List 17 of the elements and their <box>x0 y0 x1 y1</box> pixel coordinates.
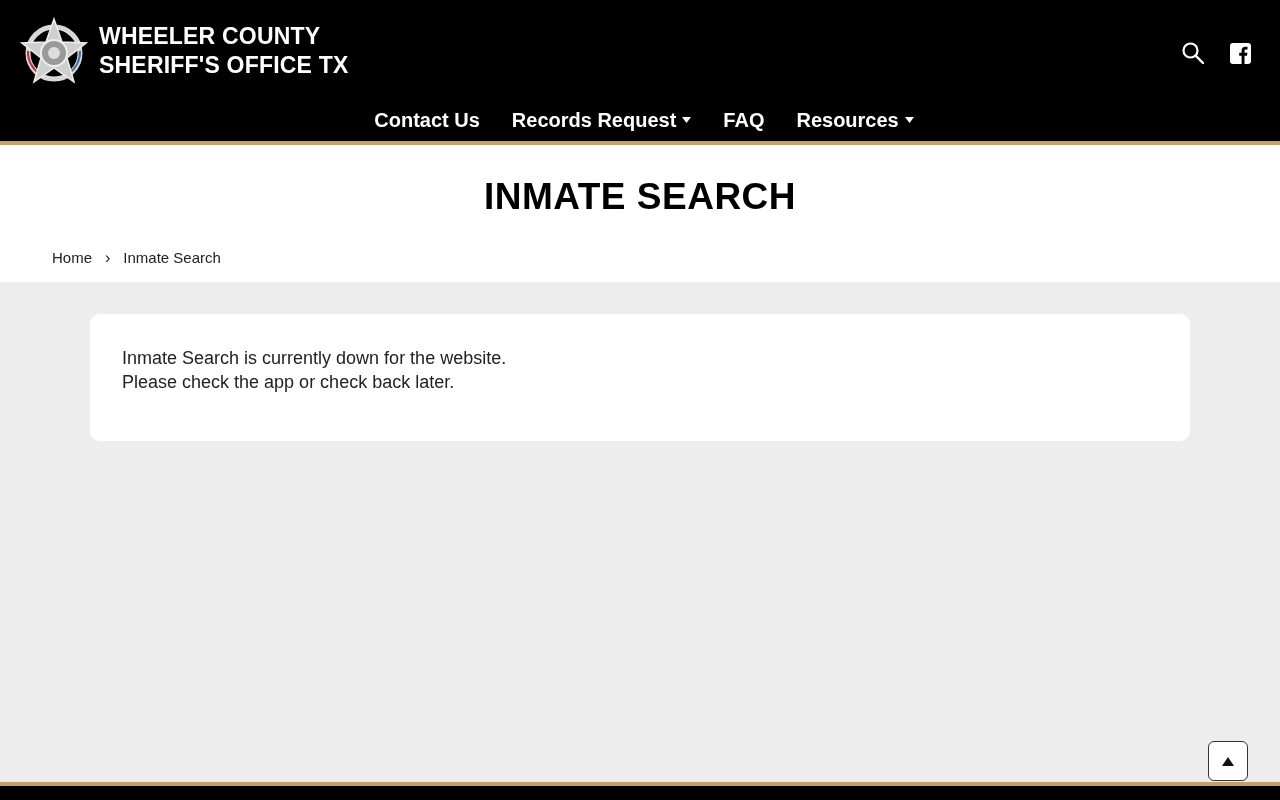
back-to-top-button[interactable] <box>1208 741 1248 781</box>
nav-link[interactable]: Records Request <box>511 107 692 133</box>
nav-link[interactable]: FAQ <box>723 107 765 133</box>
site-title-line[interactable]: WHEELER COUNTY <box>99 22 349 51</box>
up-triangle-icon <box>1222 756 1234 766</box>
site-title-line[interactable]: SHERIFF'S OFFICE TX <box>99 51 349 80</box>
nav-link[interactable]: Resources <box>796 107 914 133</box>
facebook-icon[interactable] <box>1230 42 1251 64</box>
breadcrumb-separator: › <box>105 248 111 268</box>
search-icon[interactable] <box>1182 42 1204 64</box>
nav-link[interactable]: Contact Us <box>374 107 480 133</box>
notice-text: Inmate Search is currently down for the website. <box>122 347 508 370</box>
breadcrumb-current: Inmate Search <box>123 247 221 268</box>
page-title: INMATE SEARCH <box>482 175 798 219</box>
sheriff-star-badge-logo[interactable] <box>20 17 88 85</box>
breadcrumb-link[interactable]: Home <box>52 246 92 270</box>
notice-text: Please check the app or check back later. <box>122 371 456 394</box>
